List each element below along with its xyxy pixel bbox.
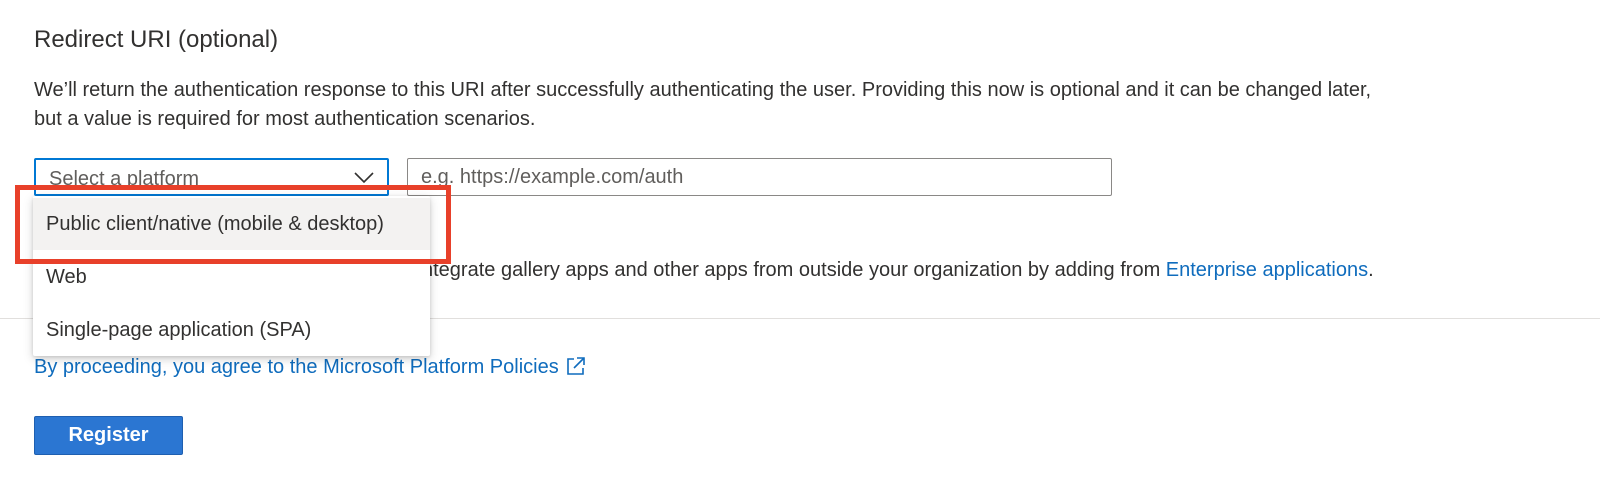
platform-option-public-client[interactable]: Public client/native (mobile & desktop) — [33, 198, 430, 250]
enterprise-applications-link[interactable]: Enterprise applications — [1166, 259, 1368, 281]
platform-select[interactable]: Select a platform — [34, 158, 389, 196]
section-description: We’ll return the authentication response… — [34, 79, 1372, 130]
register-button[interactable]: Register — [34, 416, 183, 455]
app-registration-page: Redirect URI (optional) We’ll return the… — [0, 0, 1600, 499]
chevron-down-icon — [354, 172, 374, 184]
platform-option-web[interactable]: Web — [33, 251, 430, 303]
section-title: Redirect URI (optional) — [34, 26, 279, 53]
enterprise-note: ntegrate gallery apps and other apps fro… — [422, 259, 1374, 282]
redirect-uri-input[interactable] — [407, 158, 1112, 196]
platform-option-spa[interactable]: Single-page application (SPA) — [33, 304, 430, 356]
external-link-icon — [566, 357, 585, 375]
enterprise-note-text: ntegrate gallery apps and other apps fro… — [422, 259, 1166, 281]
platform-policies-label: By proceeding, you agree to the Microsof… — [34, 356, 559, 378]
platform-select-placeholder: Select a platform — [49, 168, 200, 190]
enterprise-note-period: . — [1368, 259, 1374, 281]
platform-policies-link[interactable]: By proceeding, you agree to the Microsof… — [34, 355, 587, 379]
platform-dropdown-menu: Public client/native (mobile & desktop) … — [33, 196, 430, 356]
